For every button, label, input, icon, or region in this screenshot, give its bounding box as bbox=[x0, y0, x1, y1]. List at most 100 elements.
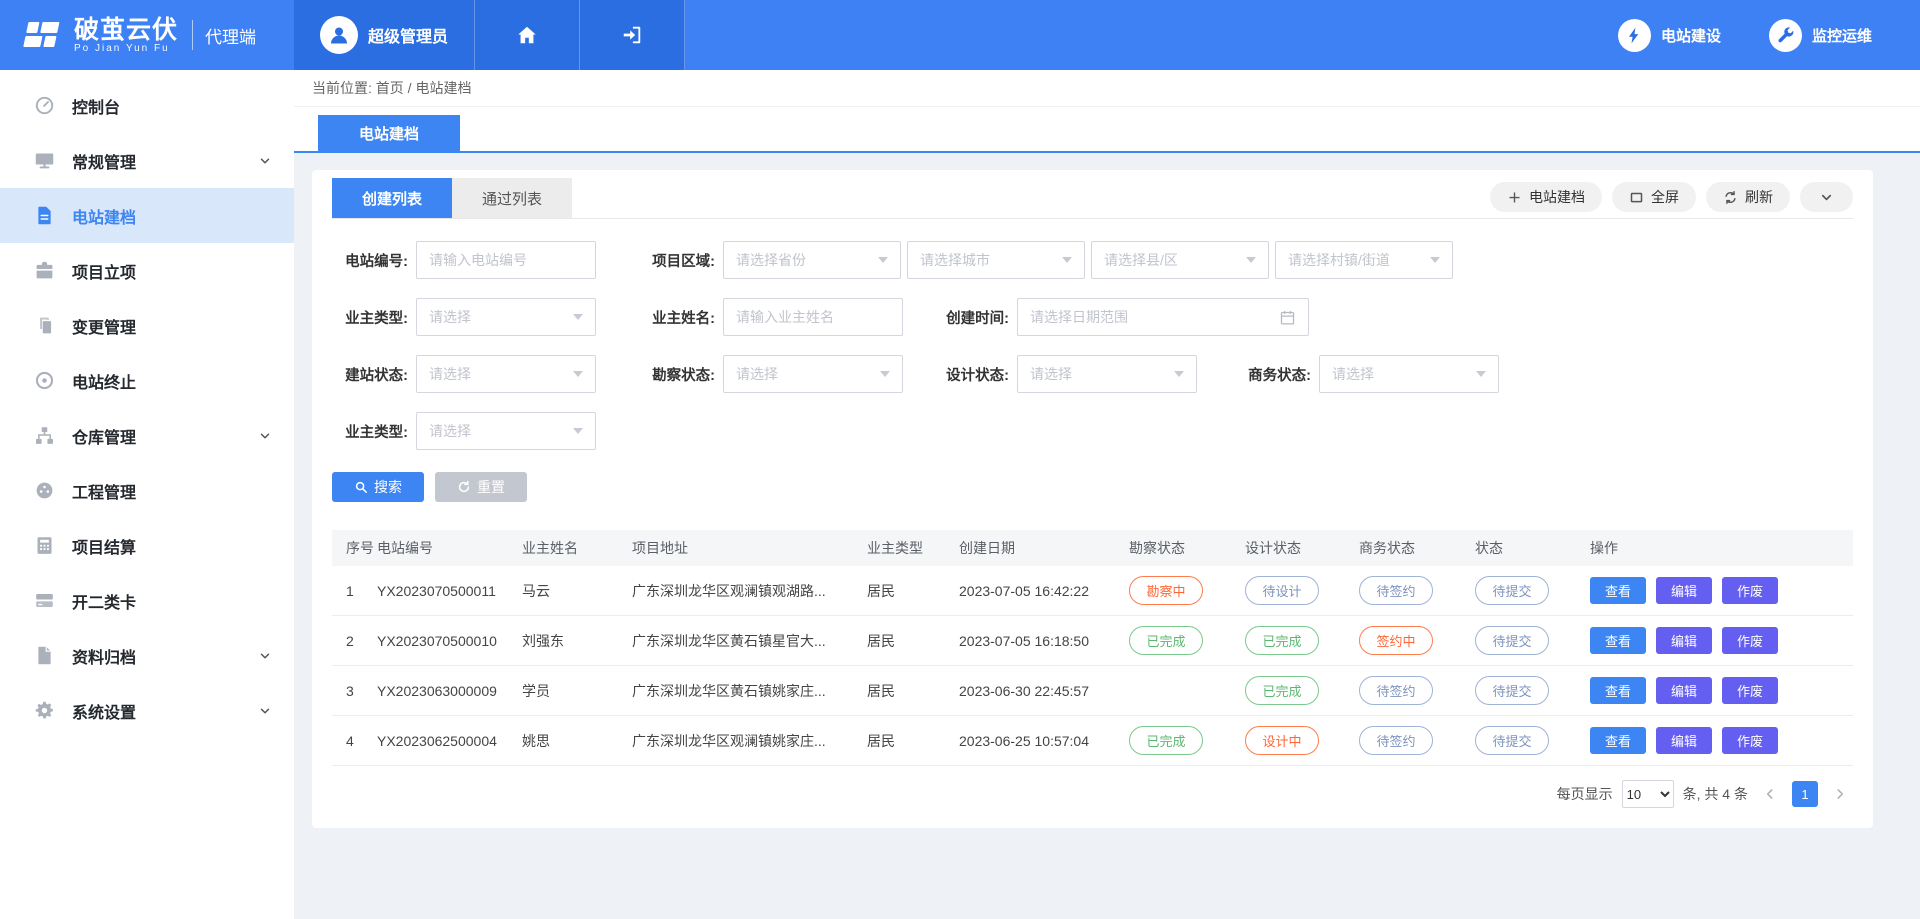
filter-select[interactable]: 请选择 bbox=[416, 298, 596, 336]
void-button[interactable]: 作废 bbox=[1722, 577, 1778, 604]
sidebar-item[interactable]: 项目结算 bbox=[0, 518, 294, 573]
breadcrumb: 当前位置: 首页 / 电站建档 bbox=[294, 70, 1920, 107]
header-shortcut[interactable]: 监控运维 bbox=[1769, 19, 1872, 52]
filter-label: 业主类型: bbox=[332, 307, 408, 328]
home-button[interactable] bbox=[475, 0, 580, 70]
sidebar-item[interactable]: 常规管理 bbox=[0, 133, 294, 188]
status-badge: 待签约 bbox=[1359, 676, 1433, 705]
chevron-down-icon bbox=[1819, 190, 1834, 205]
user-menu[interactable]: 超级管理员 bbox=[294, 0, 475, 70]
view-button[interactable]: 查看 bbox=[1590, 577, 1646, 604]
table-cell: 居民 bbox=[867, 716, 959, 766]
table-cell: 1 bbox=[332, 566, 377, 616]
sidebar-item-label: 系统设置 bbox=[72, 699, 136, 723]
filter-select[interactable]: 请选择县/区 bbox=[1091, 241, 1269, 279]
view-button[interactable]: 查看 bbox=[1590, 677, 1646, 704]
top-header: 破茧云伏 Po Jian Yun Fu 代理端 超级管理员 电站建设监控运维 bbox=[0, 0, 1920, 70]
sidebar-item[interactable]: 控制台 bbox=[0, 78, 294, 133]
caret-down-icon bbox=[1476, 371, 1486, 377]
filter-input[interactable] bbox=[723, 298, 903, 336]
toolbar-button[interactable]: 全屏 bbox=[1612, 182, 1696, 212]
filter-select[interactable]: 请选择省份 bbox=[723, 241, 901, 279]
panel-tabs: 创建列表通过列表 bbox=[332, 178, 572, 218]
toolbar-button[interactable] bbox=[1800, 182, 1853, 212]
edit-button[interactable]: 编辑 bbox=[1656, 627, 1712, 654]
toolbar-button[interactable]: 刷新 bbox=[1706, 182, 1790, 212]
chevron-down-icon bbox=[258, 154, 272, 168]
view-button[interactable]: 查看 bbox=[1590, 727, 1646, 754]
per-page-select[interactable]: 10 bbox=[1622, 780, 1674, 808]
table-cell: 已完成 bbox=[1245, 666, 1359, 716]
filter-select[interactable]: 请选择 bbox=[416, 412, 596, 450]
table-cell: 居民 bbox=[867, 566, 959, 616]
copy-icon bbox=[34, 315, 55, 336]
table-cell: 待签约 bbox=[1359, 566, 1475, 616]
table-row: 3YX2023063000009学员广东深圳龙华区黄石镇姚家庄...居民2023… bbox=[332, 666, 1853, 716]
sidebar-item[interactable]: 电站终止 bbox=[0, 353, 294, 408]
filter-row: 电站编号:项目区域:请选择省份请选择城市请选择县/区请选择村镇/街道 bbox=[332, 241, 1853, 279]
table-cell: 已完成 bbox=[1129, 716, 1245, 766]
filter-select[interactable]: 请选择城市 bbox=[907, 241, 1085, 279]
status-badge: 设计中 bbox=[1245, 726, 1319, 755]
toolbar-button-label: 全屏 bbox=[1651, 187, 1679, 207]
filter-select[interactable]: 请选择 bbox=[723, 355, 903, 393]
filter-input[interactable] bbox=[416, 241, 596, 279]
sitemap-icon bbox=[34, 425, 55, 446]
logo-subtitle: Po Jian Yun Fu bbox=[74, 43, 178, 54]
page-number[interactable]: 1 bbox=[1792, 781, 1818, 807]
logout-button[interactable] bbox=[580, 0, 685, 70]
filter-label: 建站状态: bbox=[332, 364, 408, 385]
calendar-icon bbox=[1279, 309, 1296, 326]
date-range-input[interactable]: 请选择日期范围 bbox=[1017, 298, 1309, 336]
void-button[interactable]: 作废 bbox=[1722, 727, 1778, 754]
panel-tab[interactable]: 通过列表 bbox=[452, 178, 572, 218]
toolbar-button[interactable]: 电站建档 bbox=[1490, 182, 1602, 212]
table-cell: 待提交 bbox=[1475, 566, 1590, 616]
data-table: 序号电站编号业主姓名项目地址业主类型创建日期勘察状态设计状态商务状态状态操作 1… bbox=[332, 530, 1853, 766]
table-header-cell: 操作 bbox=[1590, 530, 1853, 566]
table-header-cell: 状态 bbox=[1475, 530, 1590, 566]
document-icon bbox=[34, 205, 55, 226]
table-cell: YX2023063000009 bbox=[377, 666, 522, 716]
void-button[interactable]: 作废 bbox=[1722, 627, 1778, 654]
sidebar-item[interactable]: 项目立项 bbox=[0, 243, 294, 298]
reset-button[interactable]: 重置 bbox=[435, 472, 527, 502]
sidebar-item[interactable]: 工程管理 bbox=[0, 463, 294, 518]
edit-button[interactable]: 编辑 bbox=[1656, 677, 1712, 704]
filter-select[interactable]: 请选择村镇/街道 bbox=[1275, 241, 1453, 279]
view-button[interactable]: 查看 bbox=[1590, 627, 1646, 654]
total-count-label: 条, 共 4 条 bbox=[1683, 784, 1748, 804]
table-header-cell: 序号 bbox=[332, 530, 377, 566]
filter-field: 项目区域:请选择省份请选择城市请选择县/区请选择村镇/街道 bbox=[639, 241, 1453, 279]
filter-select[interactable]: 请选择 bbox=[1319, 355, 1499, 393]
sidebar-item[interactable]: 开二类卡 bbox=[0, 573, 294, 628]
next-page-button[interactable] bbox=[1827, 781, 1853, 807]
sidebar-item[interactable]: 资料归档 bbox=[0, 628, 294, 683]
page-header: 当前位置: 首页 / 电站建档 电站建档 bbox=[294, 70, 1920, 153]
table-header-cell: 项目地址 bbox=[632, 530, 867, 566]
sidebar-item[interactable]: 变更管理 bbox=[0, 298, 294, 353]
select-placeholder: 请选择 bbox=[1030, 364, 1072, 384]
filter-select[interactable]: 请选择 bbox=[1017, 355, 1197, 393]
table-cell: 2023-06-30 22:45:57 bbox=[959, 666, 1129, 716]
select-placeholder: 请选择 bbox=[429, 307, 471, 327]
card-icon bbox=[34, 590, 55, 611]
sidebar-item[interactable]: 电站建档 bbox=[0, 188, 294, 243]
filter-select[interactable]: 请选择 bbox=[416, 355, 596, 393]
sidebar-item[interactable]: 系统设置 bbox=[0, 683, 294, 738]
header-shortcut-label: 监控运维 bbox=[1812, 25, 1872, 46]
page-tab[interactable]: 电站建档 bbox=[318, 115, 460, 151]
void-button[interactable]: 作废 bbox=[1722, 677, 1778, 704]
panel-tabs-row: 创建列表通过列表 电站建档 全屏 刷新 bbox=[332, 178, 1853, 219]
header-shortcut[interactable]: 电站建设 bbox=[1618, 19, 1721, 52]
search-button[interactable]: 搜索 bbox=[332, 472, 424, 502]
edit-button[interactable]: 编辑 bbox=[1656, 727, 1712, 754]
table-cell: 待提交 bbox=[1475, 716, 1590, 766]
table-cell: 待签约 bbox=[1359, 666, 1475, 716]
edit-button[interactable]: 编辑 bbox=[1656, 577, 1712, 604]
sidebar-item[interactable]: 仓库管理 bbox=[0, 408, 294, 463]
sidebar-item-label: 电站建档 bbox=[72, 204, 136, 228]
table-cell: 2023-06-25 10:57:04 bbox=[959, 716, 1129, 766]
prev-page-button[interactable] bbox=[1757, 781, 1783, 807]
panel-tab[interactable]: 创建列表 bbox=[332, 178, 452, 218]
